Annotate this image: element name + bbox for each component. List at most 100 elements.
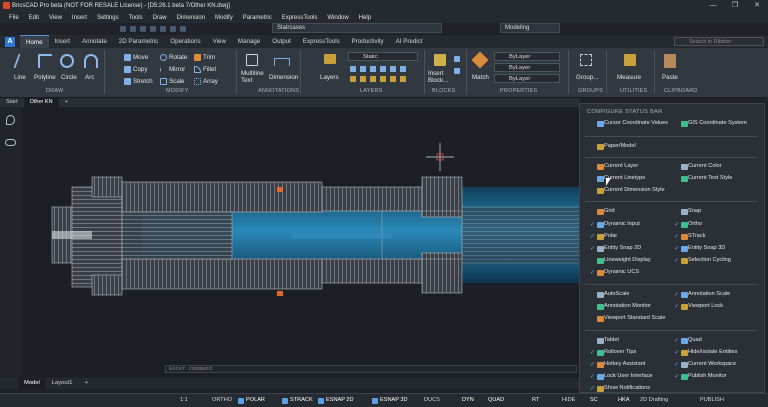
status-option-snap[interactable]: Snap (688, 208, 701, 214)
location-pin-icon[interactable] (6, 115, 15, 125)
menu-help[interactable]: Help (354, 15, 376, 21)
status-option-show-notifications[interactable]: Show Notifications (604, 385, 650, 391)
status-option-viewport-lock[interactable]: Viewport Lock (688, 303, 723, 309)
linetype-dropdown[interactable]: ByLayer (494, 63, 560, 72)
status-sc[interactable]: SC (590, 397, 598, 403)
status-option-strack[interactable]: STrack (688, 233, 706, 239)
tab-insert[interactable]: Insert (49, 35, 76, 48)
match-button[interactable]: Match (472, 74, 489, 81)
stretch-button[interactable]: Stretch (133, 78, 153, 85)
tab-annotate[interactable]: Annotate (76, 35, 113, 48)
status-option-entity-snap-2d[interactable]: Entity Snap 2D (604, 245, 641, 251)
status-option-lock-user-interface[interactable]: Lock User Interface (604, 373, 653, 379)
menu-insert[interactable]: Insert (67, 15, 92, 21)
menu-edit[interactable]: Edit (24, 15, 44, 21)
drawing-canvas[interactable] (22, 107, 580, 377)
menu-file[interactable]: File (4, 15, 24, 21)
status-ducs[interactable]: DUCS (424, 397, 440, 403)
ribbon-search-input[interactable]: Search in Ribbon (674, 37, 764, 46)
app-menu-button[interactable]: A (5, 36, 15, 47)
line-button[interactable]: Line (14, 74, 26, 81)
status-rt[interactable]: RT (532, 397, 539, 403)
save-icon[interactable] (140, 26, 146, 32)
menu-expresstools[interactable]: ExpressTools (277, 15, 323, 21)
doc-tab-other-kn[interactable]: Other KN (23, 98, 59, 107)
fillet-button[interactable]: Fillet (203, 66, 216, 73)
menu-modify[interactable]: Modify (210, 15, 238, 21)
status-option-quad[interactable]: Quad (688, 337, 702, 343)
maximize-button[interactable]: ❐ (724, 0, 746, 12)
array-button[interactable]: Array (203, 78, 218, 85)
status-option-grid[interactable]: Grid (604, 208, 615, 214)
status-option-autoscale[interactable]: AutoScale (604, 291, 630, 297)
tab-productivity[interactable]: Productivity (346, 35, 390, 48)
menu-window[interactable]: Window (322, 15, 353, 21)
trim-button[interactable]: Trim (203, 54, 215, 61)
tab-manage[interactable]: Manage (232, 35, 266, 48)
status-esnap-3d[interactable]: ESNAP 3D (380, 397, 408, 403)
menu-parametric[interactable]: Parametric (238, 15, 277, 21)
cloud-icon[interactable] (5, 139, 16, 146)
dimension-button[interactable]: Dimension (269, 74, 298, 81)
layer-select[interactable]: Stairc (348, 52, 418, 61)
scale-button[interactable]: Scale (169, 78, 184, 85)
status-option-current-workspace[interactable]: Current Workspace (688, 361, 736, 367)
group-button[interactable]: Group... (576, 74, 598, 81)
insert-block-button[interactable]: Insert Block... (428, 70, 450, 84)
close-button[interactable]: ✕ (746, 0, 768, 12)
tab-output[interactable]: Output (266, 35, 297, 48)
layer-dropdown[interactable]: Staircases (272, 23, 442, 33)
status-option-cursor-coordinate-values[interactable]: Cursor Coordinate Values (604, 120, 668, 126)
status-scale[interactable]: 1:1 (180, 397, 188, 403)
status-ortho[interactable]: ORTHO (212, 397, 232, 403)
status-option-polar[interactable]: Polar (604, 233, 617, 239)
status-hka[interactable]: HKA (618, 397, 630, 403)
status-option-lineweight-display[interactable]: Lineweight Display (604, 257, 651, 263)
layer-state-icon[interactable] (180, 26, 186, 32)
status-polar[interactable]: POLAR (246, 397, 265, 403)
mirror-button[interactable]: Mirror (169, 66, 185, 73)
status-option-current-color[interactable]: Current Color (688, 163, 722, 169)
move-button[interactable]: Move (133, 54, 148, 61)
tab-ai-predict[interactable]: AI Predict (390, 35, 429, 48)
multiline-text-button[interactable]: Multiline Text (241, 70, 267, 84)
menu-view[interactable]: View (44, 15, 67, 21)
arc-button[interactable]: Arc (85, 74, 94, 81)
new-tab-button[interactable]: + (59, 98, 74, 107)
tab-layout1[interactable]: Layout1 (46, 378, 79, 389)
tab-home[interactable]: Home (20, 35, 49, 48)
menu-draw[interactable]: Draw (148, 15, 172, 21)
status-option-annotation-monitor[interactable]: Annotation Monitor (604, 303, 651, 309)
menu-tools[interactable]: Tools (124, 15, 148, 21)
status-option-ortho[interactable]: Ortho (688, 221, 702, 227)
status-option-rollover-tips[interactable]: Rollover Tips (604, 349, 636, 355)
status-esnap-2d[interactable]: ESNAP 2D (326, 397, 354, 403)
status-hide[interactable]: HIDE (562, 397, 575, 403)
add-layout-button[interactable]: + (78, 378, 93, 389)
workspace-dropdown[interactable]: Modeling (500, 23, 560, 33)
tab-model[interactable]: Model (18, 378, 46, 389)
tab-expresstools[interactable]: ExpressTools (297, 35, 346, 48)
minimize-button[interactable]: — (702, 0, 724, 12)
command-input[interactable]: Enter command (165, 365, 577, 373)
menu-settings[interactable]: Settings (92, 15, 124, 21)
undo-icon[interactable] (160, 26, 166, 32)
measure-button[interactable]: Measure (617, 74, 641, 81)
circle-button[interactable]: Circle (61, 74, 77, 81)
status-option-gis-coordinate-system[interactable]: GIS Coordinate System (688, 120, 747, 126)
status-option-current-dimension-style[interactable]: Current Dimension Style (604, 187, 665, 193)
tab-2d-parametric[interactable]: 2D Parametric (113, 35, 165, 48)
polyline-button[interactable]: Polyline (34, 74, 56, 81)
status-option-paper-model[interactable]: Paper/Model (604, 143, 636, 149)
status-option-hotkey-assistant[interactable]: Hotkey Assistant (604, 361, 645, 367)
redo-icon[interactable] (170, 26, 176, 32)
new-icon[interactable] (120, 26, 126, 32)
color-dropdown[interactable]: ByLayer (494, 52, 560, 61)
status-dyn[interactable]: DYN (462, 397, 474, 403)
status-option-current-layer[interactable]: Current Layer (604, 163, 638, 169)
status-quad[interactable]: QUAD (488, 397, 504, 403)
status-publish[interactable]: PUBLISH (700, 397, 724, 403)
tab-operations[interactable]: Operations (164, 35, 206, 48)
open-icon[interactable] (130, 26, 136, 32)
status-strack[interactable]: STRACK (290, 397, 313, 403)
